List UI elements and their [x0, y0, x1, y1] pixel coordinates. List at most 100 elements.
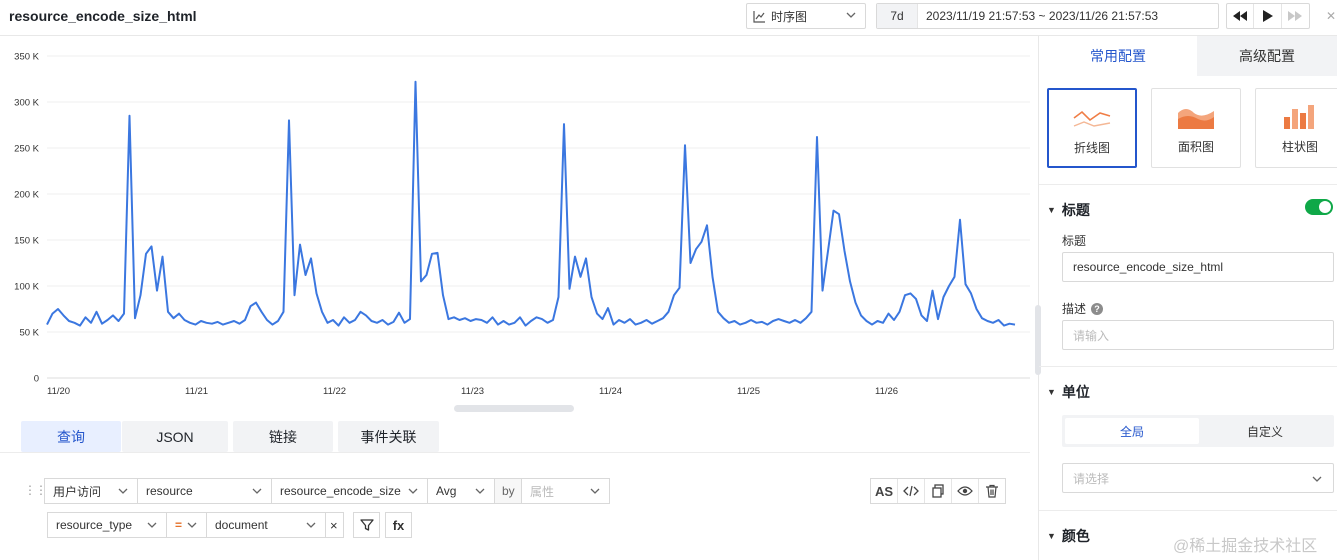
play-button[interactable] — [1254, 4, 1282, 28]
x-tick-label: 11/25 — [737, 386, 760, 397]
caret-down-icon: ▼ — [1047, 531, 1056, 541]
chart-svg: 350 K 300 K 250 K 200 K 150 K 100 K 50 K 0 11/2… — [14, 52, 1030, 397]
section-divider — [1039, 510, 1337, 511]
color-section-header[interactable]: ▼ 颜色 — [1047, 526, 1090, 546]
chevron-down-icon — [306, 522, 316, 528]
y-tick-label: 250 K — [14, 144, 39, 155]
eye-icon — [957, 486, 973, 496]
unit-option-global[interactable]: 全局 — [1065, 418, 1199, 444]
group-by-select[interactable]: 属性 — [521, 478, 610, 504]
title-toggle[interactable] — [1305, 199, 1333, 215]
rewind-button[interactable] — [1227, 4, 1255, 28]
line-chart-icon — [753, 10, 765, 23]
source-select[interactable]: 用户访问 — [44, 478, 138, 504]
title-section-label: 标题 — [1061, 202, 1090, 218]
unit-select-placeholder: 请选择 — [1073, 471, 1110, 486]
fx-button[interactable]: fx — [385, 512, 412, 538]
query-actions: AS — [870, 478, 1006, 504]
y-tick-label: 100 K — [14, 282, 39, 293]
alias-button[interactable]: AS — [871, 479, 898, 503]
help-icon[interactable]: ? — [1091, 302, 1104, 315]
tab-advanced-config[interactable]: 高级配置 — [1197, 36, 1337, 76]
timeseries-chart: 350 K 300 K 250 K 200 K 150 K 100 K 50 K 0 11/2… — [0, 36, 1030, 411]
desc-input[interactable]: 请输入 — [1062, 320, 1334, 350]
code-button[interactable] — [898, 479, 925, 503]
range-preset-button[interactable]: 7d — [877, 4, 918, 28]
tab-link[interactable]: 链接 — [233, 421, 333, 452]
dataset-value: resource — [146, 484, 193, 498]
field-select[interactable]: resource_encode_size — [271, 478, 428, 504]
filter-value: document — [215, 518, 268, 532]
drag-handle-icon[interactable]: ⋮⋮ — [24, 483, 47, 497]
chevron-down-icon — [475, 488, 485, 494]
x-tick-label: 11/23 — [461, 386, 484, 397]
y-tick-label: 150 K — [14, 236, 39, 247]
tab-query[interactable]: 查询 — [21, 421, 121, 452]
tab-common-config[interactable]: 常用配置 — [1039, 36, 1197, 76]
time-range-picker[interactable]: 7d 2023/11/19 21:57:53 ~ 2023/11/26 21:5… — [876, 3, 1219, 29]
chart-type-line[interactable]: 折线图 — [1047, 88, 1137, 168]
y-tick-label: 300 K — [14, 98, 39, 109]
chevron-down-icon — [147, 522, 157, 528]
top-bar: resource_encode_size_html 时序图 7d 2023/11… — [0, 0, 1337, 36]
caret-down-icon: ▼ — [1047, 205, 1056, 215]
rewind-icon — [1233, 11, 1248, 21]
aggregate-value: Avg — [436, 484, 457, 498]
page-title: resource_encode_size_html — [9, 8, 197, 24]
caret-down-icon: ▼ — [1047, 387, 1056, 397]
title-input[interactable]: resource_encode_size_html — [1062, 252, 1334, 282]
chart-type-area[interactable]: 面积图 — [1151, 88, 1241, 168]
viz-type-select[interactable]: 时序图 — [746, 3, 866, 29]
y-tick-label: 0 — [34, 374, 39, 385]
line-chart-icon — [1073, 110, 1111, 127]
tab-event-link[interactable]: 事件关联 — [338, 421, 439, 452]
y-tick-label: 350 K — [14, 52, 39, 63]
fast-forward-icon — [1288, 11, 1303, 21]
source-value: 用户访问 — [53, 484, 102, 499]
filter-button[interactable] — [353, 512, 380, 538]
unit-section-header[interactable]: ▼ 单位 — [1047, 382, 1090, 402]
copy-icon — [932, 484, 944, 498]
horizontal-resize-handle[interactable] — [454, 405, 574, 412]
code-icon — [903, 485, 919, 497]
chevron-down-icon — [846, 12, 856, 18]
fast-forward-button[interactable] — [1282, 4, 1309, 28]
aggregate-select[interactable]: Avg — [427, 478, 495, 504]
toggle-knob — [1319, 201, 1331, 213]
x-tick-label: 11/20 — [47, 386, 70, 397]
section-divider — [1039, 366, 1337, 367]
delete-button[interactable] — [979, 479, 1005, 503]
filter-value-select[interactable]: document — [206, 512, 326, 538]
chart-type-bar[interactable]: 柱状图 — [1255, 88, 1337, 168]
filter-icon — [359, 519, 374, 531]
filter-operator-select[interactable]: = — [166, 512, 207, 538]
chevron-down-icon — [408, 488, 418, 494]
unit-option-custom[interactable]: 自定义 — [1199, 418, 1331, 444]
title-section-header[interactable]: ▼ 标题 — [1047, 200, 1090, 220]
y-tick-label: 200 K — [14, 190, 39, 201]
unit-select[interactable]: 请选择 — [1062, 463, 1334, 493]
close-icon[interactable]: ✕ — [1326, 9, 1336, 23]
chart-type-line-label: 折线图 — [1073, 141, 1110, 155]
field-value: resource_encode_size — [280, 484, 401, 498]
chevron-down-icon — [118, 488, 128, 494]
range-text[interactable]: 2023/11/19 21:57:53 ~ 2023/11/26 21:57:5… — [918, 9, 1158, 23]
copy-button[interactable] — [925, 479, 952, 503]
dataset-select[interactable]: resource — [137, 478, 272, 504]
section-divider — [1039, 184, 1337, 185]
bar-chart-icon — [1284, 105, 1314, 129]
area-chart-icon — [1178, 109, 1214, 129]
chevron-down-icon — [1312, 476, 1322, 482]
visibility-button[interactable] — [952, 479, 979, 503]
tab-json[interactable]: JSON — [122, 421, 228, 452]
filter-field-select[interactable]: resource_type — [47, 512, 167, 538]
tab-underline — [0, 452, 1030, 453]
color-section-label: 颜色 — [1061, 528, 1090, 544]
series-line — [46, 80, 1016, 327]
title-field-label: 标题 — [1062, 234, 1087, 248]
chart-type-bar-label: 柱状图 — [1281, 140, 1318, 154]
filter-remove-button[interactable]: × — [325, 512, 344, 538]
chart-type-area-label: 面积图 — [1177, 140, 1214, 154]
unit-section-label: 单位 — [1061, 384, 1090, 400]
x-tick-label: 11/24 — [599, 386, 622, 397]
